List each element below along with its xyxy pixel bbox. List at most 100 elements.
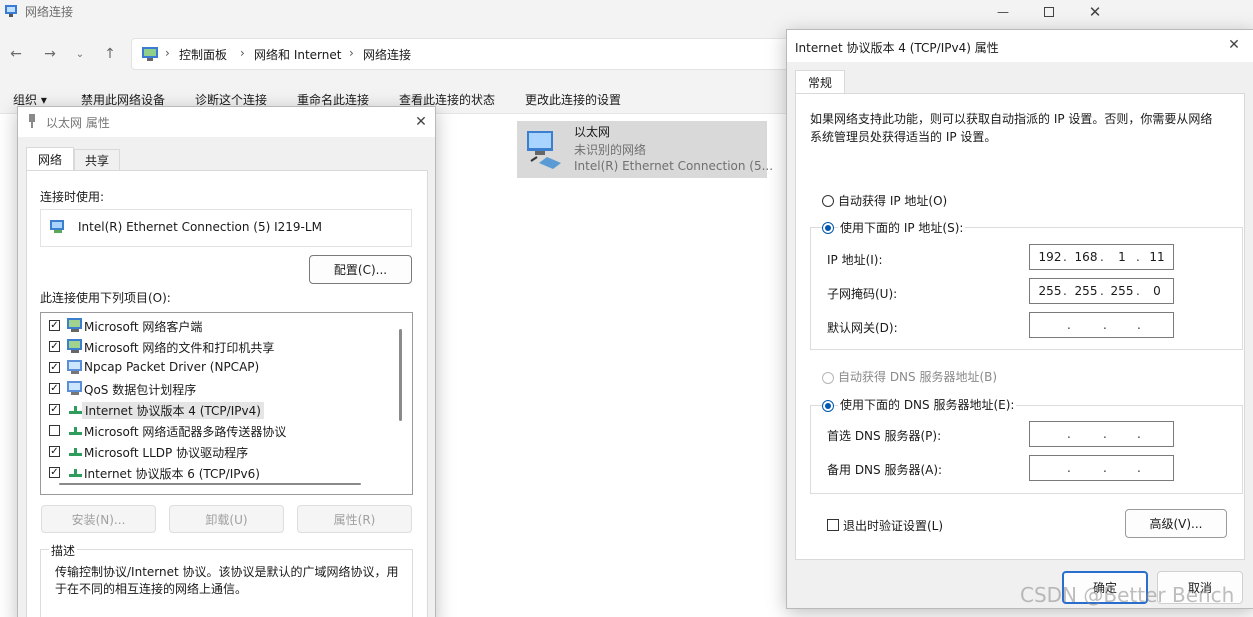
minimize-button[interactable]: — [980, 0, 1026, 24]
tab-network[interactable]: 网络 [26, 147, 74, 171]
checkbox[interactable]: ✓ [49, 341, 60, 352]
vertical-scrollbar[interactable] [399, 329, 402, 421]
chevron-down-icon: ⌄ [75, 48, 85, 60]
control-panel-icon [142, 47, 158, 61]
octet-dot: . [1136, 250, 1140, 264]
mask-octet-2: 255 [1074, 284, 1098, 298]
gateway-input[interactable]: . . . [1029, 312, 1174, 338]
advanced-button[interactable]: 高级(V)... [1125, 509, 1227, 538]
checkbox[interactable]: ✓ [49, 446, 60, 457]
auto-ip-label[interactable]: 自动获得 IP 地址(O) [838, 192, 947, 209]
octet-dot: . [1100, 284, 1104, 298]
network-connections-icon [5, 5, 17, 17]
forward-button[interactable]: → [40, 44, 60, 64]
ipv4-dialog-close-button[interactable]: ✕ [1225, 36, 1243, 54]
ethernet-connection-item[interactable]: 以太网 未识别的网络 Intel(R) Ethernet Connection … [517, 121, 773, 178]
list-item[interactable]: ✓ Npcap Packet Driver (NPCAP) [47, 357, 392, 377]
auto-dns-radio[interactable] [822, 372, 834, 384]
mask-octet-4: 0 [1153, 284, 1161, 298]
list-item-label: Microsoft 网络客户端 [84, 320, 203, 334]
validate-label[interactable]: 退出时验证设置(L) [843, 517, 943, 534]
uninstall-button[interactable]: 卸载(U) [169, 505, 284, 533]
chevron-right-icon: › [165, 46, 170, 60]
ip-address-input[interactable]: 192 . 168 . 1 . 11 [1029, 244, 1174, 270]
ip-octet-4: 11 [1149, 250, 1165, 264]
close-icon: ✕ [1228, 37, 1240, 53]
up-button[interactable]: ↑ [100, 44, 120, 64]
octet-dot: . [1067, 461, 1071, 475]
list-item[interactable]: ✓ Microsoft LLDP 协议驱动程序 [47, 441, 392, 461]
auto-dns-label[interactable]: 自动获得 DNS 服务器地址(B) [838, 368, 997, 385]
mask-octet-3: 255 [1110, 284, 1134, 298]
octet-dot: . [1067, 427, 1071, 441]
octet-dot: . [1103, 427, 1107, 441]
window-title: 网络连接 [25, 5, 74, 19]
back-button[interactable]: ← [6, 44, 26, 64]
explorer-titlebar: 网络连接 — ✕ [0, 0, 1253, 26]
recent-locations-button[interactable]: ⌄ [70, 44, 90, 64]
manual-ip-label[interactable]: 使用下面的 IP 地址(S): [838, 219, 966, 236]
list-item-label: Internet 协议版本 4 (TCP/IPv4) [82, 402, 264, 419]
breadcrumb-network-connections[interactable]: 网络连接 [363, 46, 411, 63]
description-text: 传输控制协议/Internet 协议。该协议是默认的广域网络协议，用于在不同的相… [55, 565, 399, 596]
list-item[interactable]: ✓ QoS 数据包计划程序 [47, 378, 392, 398]
manual-dns-radio[interactable] [822, 400, 834, 412]
network-client-icon [67, 318, 82, 332]
horizontal-scrollbar[interactable] [59, 483, 361, 485]
maximize-button[interactable] [1026, 0, 1072, 24]
ethernet-plug-icon [29, 114, 35, 128]
manual-ip-radio[interactable] [822, 222, 834, 234]
checkbox[interactable]: ✓ [49, 362, 60, 373]
list-item-ipv4[interactable]: ✓ Internet 协议版本 4 (TCP/IPv4) [47, 399, 392, 419]
install-button[interactable]: 安装(N)... [41, 505, 156, 533]
list-item[interactable]: ✓ Microsoft 网络客户端 [47, 315, 392, 335]
ipv4-properties-dialog: Internet 协议版本 4 (TCP/IPv4) 属性 ✕ 常规 如果网络支… [786, 29, 1253, 609]
validate-checkbox[interactable] [827, 519, 839, 531]
checkbox[interactable]: ✓ [49, 320, 60, 331]
list-item[interactable]: ✓ Internet 协议版本 6 (TCP/IPv6) [47, 462, 392, 482]
checkbox[interactable] [49, 425, 60, 436]
preferred-dns-input[interactable]: . . . [1029, 421, 1174, 447]
ip-octet-2: 168 [1074, 250, 1098, 264]
file-sharing-icon [67, 339, 82, 353]
manual-dns-label[interactable]: 使用下面的 DNS 服务器地址(E): [838, 396, 1017, 413]
change-settings-command[interactable]: 更改此连接的设置 [525, 91, 621, 108]
breadcrumb-network-internet[interactable]: 网络和 Internet [254, 46, 341, 63]
intro-text: 如果网络支持此功能，则可以获取自动指派的 IP 设置。否则，你需要从网络系统管理… [810, 112, 1213, 144]
ipv4-dialog-titlebar: Internet 协议版本 4 (TCP/IPv4) 属性 ✕ [787, 30, 1253, 62]
list-item-label: Npcap Packet Driver (NPCAP) [84, 360, 260, 374]
checkbox[interactable]: ✓ [49, 467, 60, 478]
checkbox[interactable]: ✓ [49, 404, 60, 415]
gateway-label: 默认网关(D): [827, 321, 898, 335]
ethernet-dialog-close-button[interactable]: ✕ [412, 113, 430, 131]
connection-status: 未识别的网络 [574, 143, 647, 157]
driver-icon [67, 360, 82, 374]
close-window-button[interactable]: ✕ [1072, 0, 1118, 24]
tab-sharing[interactable]: 共享 [74, 149, 120, 171]
tab-general[interactable]: 常规 [795, 70, 845, 94]
octet-dot: . [1103, 461, 1107, 475]
ip-address-label: IP 地址(I): [827, 253, 883, 267]
list-item-label: Microsoft LLDP 协议驱动程序 [84, 446, 249, 460]
connect-using-label: 连接时使用: [40, 190, 105, 204]
properties-button[interactable]: 属性(R) [297, 505, 412, 533]
ethernet-dialog-title: 以太网 属性 [46, 116, 110, 130]
adapter-name: Intel(R) Ethernet Connection (5) I219-LM [78, 220, 322, 234]
breadcrumb-control-panel[interactable]: 控制面板 [179, 46, 227, 63]
octet-dot: . [1137, 318, 1141, 332]
configure-button[interactable]: 配置(C)... [309, 255, 412, 284]
subnet-mask-input[interactable]: 255 . 255 . 255 . 0 [1029, 278, 1174, 304]
list-item[interactable]: ✓ Microsoft 网络的文件和打印机共享 [47, 336, 392, 356]
network-adapter-icon [50, 220, 64, 233]
items-label: 此连接使用下列项目(O): [40, 291, 171, 305]
address-bar[interactable]: › 控制面板 › 网络和 Internet › 网络连接 [131, 38, 811, 70]
network-adapter-icon [527, 131, 561, 169]
auto-ip-radio[interactable] [822, 195, 834, 207]
connection-name: 以太网 [574, 125, 611, 139]
checkbox[interactable]: ✓ [49, 383, 60, 394]
list-item[interactable]: Microsoft 网络适配器多路传送器协议 [47, 420, 392, 440]
arrow-up-icon: ↑ [104, 46, 116, 62]
close-icon: ✕ [1088, 3, 1102, 21]
ethernet-dialog-titlebar: 以太网 属性 ✕ [18, 107, 435, 137]
alternate-dns-input[interactable]: . . . [1029, 455, 1174, 481]
